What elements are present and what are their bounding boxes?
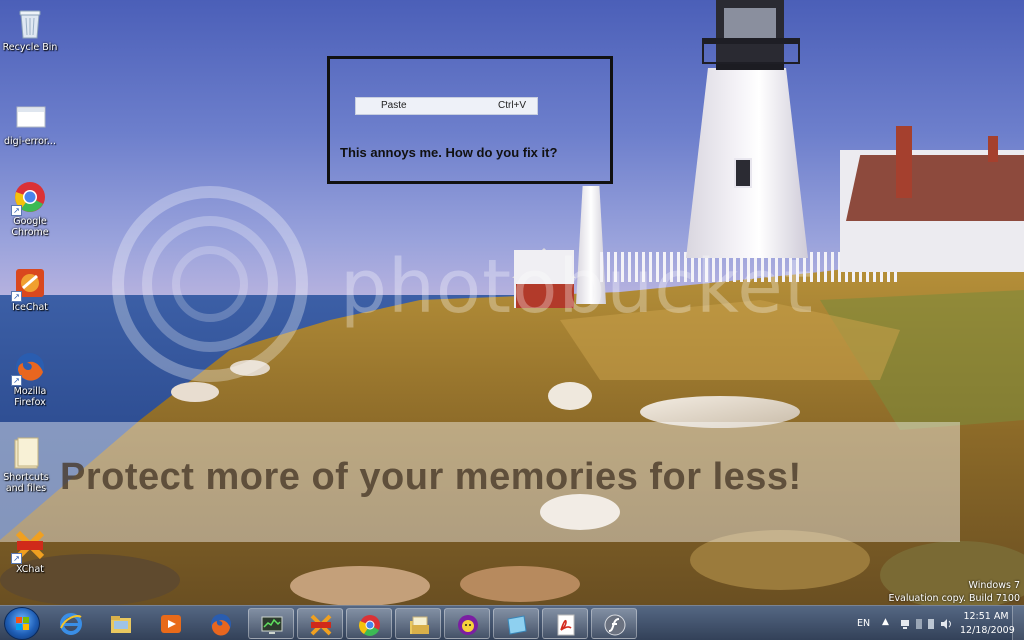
photobucket-logo-ring-core — [172, 246, 248, 322]
start-button[interactable] — [4, 607, 40, 640]
taskbar-task-manager[interactable] — [248, 608, 294, 639]
context-menu-item-label: Paste — [381, 100, 407, 111]
window-icon — [507, 615, 527, 635]
icechat-icon: ↗ — [11, 266, 47, 302]
shortcut-arrow-icon: ↗ — [11, 553, 22, 564]
taskbar-window-app[interactable] — [493, 608, 539, 639]
xchat-icon: ↗ — [11, 528, 47, 564]
network-icon[interactable] — [900, 618, 910, 630]
taskbar-internet-explorer[interactable] — [48, 608, 94, 639]
taskbar-windows-explorer-open[interactable] — [395, 608, 441, 639]
desktop-icon-label: Shortcuts and files — [3, 472, 49, 494]
taskbar-chrome[interactable] — [346, 608, 392, 639]
folder-icon — [111, 616, 131, 633]
windows-logo-icon — [16, 617, 29, 630]
internet-explorer-icon — [60, 613, 82, 635]
desktop-icon-mozilla-firefox[interactable]: ↗ Mozilla Firefox — [0, 350, 60, 408]
desktop-icon-shortcuts-and-files[interactable]: Shortcuts and files — [0, 436, 56, 494]
desktop-icon-label: IceChat — [11, 302, 49, 313]
shortcut-arrow-icon: ↗ — [11, 291, 22, 302]
shortcut-arrow-icon: ↗ — [11, 375, 22, 386]
taskbar-firefox[interactable] — [198, 608, 244, 639]
volume-icon[interactable] — [940, 618, 952, 630]
pdf-icon — [557, 614, 575, 636]
show-desktop-button[interactable] — [1012, 606, 1024, 640]
photobucket-watermark-text: photobucket — [340, 244, 814, 330]
desktop-icon-label: digi-error... — [4, 136, 56, 147]
wallpaper-lighthouse-glass — [724, 8, 776, 40]
photobucket-banner-text: Protect more of your memories for less! — [60, 456, 802, 498]
taskbar-windows-explorer[interactable] — [98, 608, 144, 639]
annotation-box — [327, 56, 613, 184]
shortcut-arrow-icon: ↗ — [11, 205, 22, 216]
desktop-icon-label: Google Chrome — [11, 216, 49, 238]
chrome-icon — [359, 615, 380, 636]
firefox-icon: ↗ — [11, 350, 47, 386]
windows-build-line1: Windows 7 — [968, 580, 1020, 591]
media-player-icon — [161, 615, 181, 633]
folders-icon — [410, 616, 429, 634]
desktop-icon-label: XChat — [15, 564, 45, 575]
taskbar[interactable]: EN ▲ 12:51 AM 12/18/2009 — [0, 605, 1024, 640]
desktop-icon-xchat[interactable]: ↗ XChat — [0, 528, 60, 575]
taskbar-xchat[interactable] — [297, 608, 343, 639]
desktop-icon-label: Mozilla Firefox — [13, 386, 47, 408]
show-hidden-icons-button[interactable]: ▲ — [882, 617, 889, 627]
desktop[interactable]: photobucket Protect more of your memorie… — [0, 0, 1024, 605]
context-menu-item-paste[interactable]: Paste Ctrl+V — [355, 97, 538, 115]
wallpaper-lighthouse-gallery — [702, 38, 800, 64]
flash-icon — [604, 614, 626, 636]
chrome-icon: ↗ — [11, 180, 47, 216]
wallpaper-lighthouse-window — [734, 158, 752, 188]
wallpaper-house-roof — [846, 155, 1024, 221]
image-file-icon — [13, 100, 47, 134]
tray-app-icon[interactable] — [914, 618, 924, 630]
desktop-icon-google-chrome[interactable]: ↗ Google Chrome — [0, 180, 60, 238]
annotation-question: This annoys me. How do you fix it? — [340, 145, 558, 160]
desktop-icon-icechat[interactable]: ↗ IceChat — [0, 266, 60, 313]
clock-date[interactable]: 12/18/2009 — [960, 625, 1015, 636]
taskbar-media-player[interactable] — [148, 608, 194, 639]
taskbar-yahoo-messenger[interactable] — [444, 608, 490, 639]
context-menu-item-shortcut: Ctrl+V — [498, 100, 527, 111]
recycle-bin-icon — [13, 6, 47, 40]
yahoo-messenger-icon — [458, 615, 478, 635]
language-indicator[interactable]: EN — [857, 618, 870, 629]
firefox-icon — [211, 614, 231, 636]
desktop-icon-recycle-bin[interactable]: Recycle Bin — [0, 6, 60, 53]
clock-time[interactable]: 12:51 AM — [963, 611, 1009, 622]
desktop-icon-digi-error[interactable]: digi-error... — [0, 100, 60, 147]
taskbar-adobe-reader[interactable] — [542, 608, 588, 639]
xchat-icon — [310, 614, 332, 636]
desktop-icon-label: Recycle Bin — [2, 42, 58, 53]
monitor-icon — [261, 616, 283, 634]
windows-build-line2: Evaluation copy. Build 7100 — [888, 593, 1020, 604]
tray-app-icon-2[interactable] — [926, 618, 936, 630]
taskbar-flash[interactable] — [591, 608, 637, 639]
folder-icon — [9, 436, 43, 470]
wallpaper-chimney-small — [988, 136, 998, 162]
wallpaper-chimney — [896, 126, 912, 198]
